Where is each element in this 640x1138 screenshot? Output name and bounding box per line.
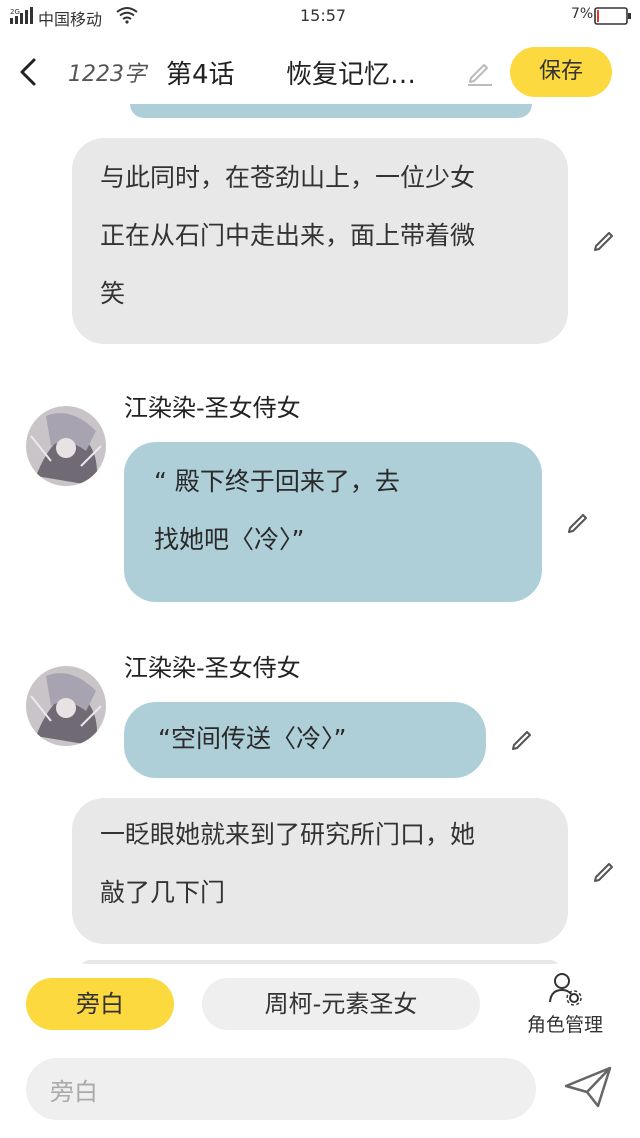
chat-area[interactable]: 与此同时，在苍劲山上，一位少女 正在从石门中走出来，面上带着微 笑 江染染-圣女… (0, 104, 640, 970)
avatar-image (26, 666, 106, 746)
edit-message-icon[interactable] (510, 726, 536, 752)
role-management-button[interactable]: 角色管理 (510, 970, 620, 1040)
message-line: “ 殿下终于回来了，去 (154, 467, 400, 496)
input-placeholder: 旁白 (50, 1078, 98, 1106)
previous-bubble-fragment[interactable] (130, 104, 532, 118)
edit-message-icon[interactable] (592, 858, 618, 884)
avatar-image (26, 406, 106, 486)
chapter-title[interactable]: 恢复记忆… (286, 54, 416, 91)
carrier-name: 中国移动 (38, 10, 103, 29)
message-line: 敲了几下门 (100, 878, 226, 907)
message-line: 找她吧〈冷〉” (154, 525, 305, 554)
message-input[interactable]: 旁白 (26, 1058, 536, 1120)
character-role-chip[interactable]: 周柯-元素圣女 (202, 978, 480, 1030)
battery-icon (594, 7, 631, 25)
word-count: 1223字 (68, 62, 146, 87)
send-icon[interactable] (562, 1064, 614, 1110)
chapter-number: 第4话 (166, 60, 235, 90)
back-button[interactable] (12, 52, 46, 92)
message-line: 正在从石门中走出来，面上带着微 (100, 221, 476, 250)
save-button[interactable]: 保存 (510, 47, 612, 97)
speaker-name: 江染染-圣女侍女 (124, 654, 301, 682)
signal-icon: 2G (10, 7, 33, 24)
battery-fill (597, 10, 599, 22)
message-line: “空间传送〈冷〉” (158, 724, 347, 753)
narration-bubble[interactable]: 一眨眼她就来到了研究所门口，她 敲了几下门 (72, 798, 568, 944)
speech-bubble[interactable]: “空间传送〈冷〉” (124, 702, 486, 778)
avatar[interactable] (26, 666, 106, 746)
avatar[interactable] (26, 406, 106, 486)
clock: 15:57 (300, 6, 347, 25)
narration-bubble[interactable]: 与此同时，在苍劲山上，一位少女 正在从石门中走出来，面上带着微 笑 (72, 138, 568, 344)
message-line: 一眨眼她就来到了研究所门口，她 (100, 820, 476, 849)
message-line: 笑 (100, 279, 126, 308)
message-line: 与此同时，在苍劲山上，一位少女 (100, 163, 476, 192)
speech-bubble[interactable]: “ 殿下终于回来了，去 找她吧〈冷〉” (124, 442, 542, 602)
user-settings-icon (549, 973, 582, 1006)
speaker-name: 江染染-圣女侍女 (124, 394, 301, 422)
edit-title-icon[interactable] (466, 58, 494, 86)
wifi-icon (116, 7, 138, 24)
edit-message-icon[interactable] (592, 227, 618, 253)
battery-percent: 7% (571, 6, 594, 22)
edit-message-icon[interactable] (566, 509, 592, 535)
network-type: 2G (10, 8, 20, 16)
role-management-label: 角色管理 (526, 1014, 603, 1036)
status-bar: 2G 中国移动 15:57 7% (0, 0, 640, 32)
narration-role-chip[interactable]: 旁白 (26, 978, 174, 1030)
